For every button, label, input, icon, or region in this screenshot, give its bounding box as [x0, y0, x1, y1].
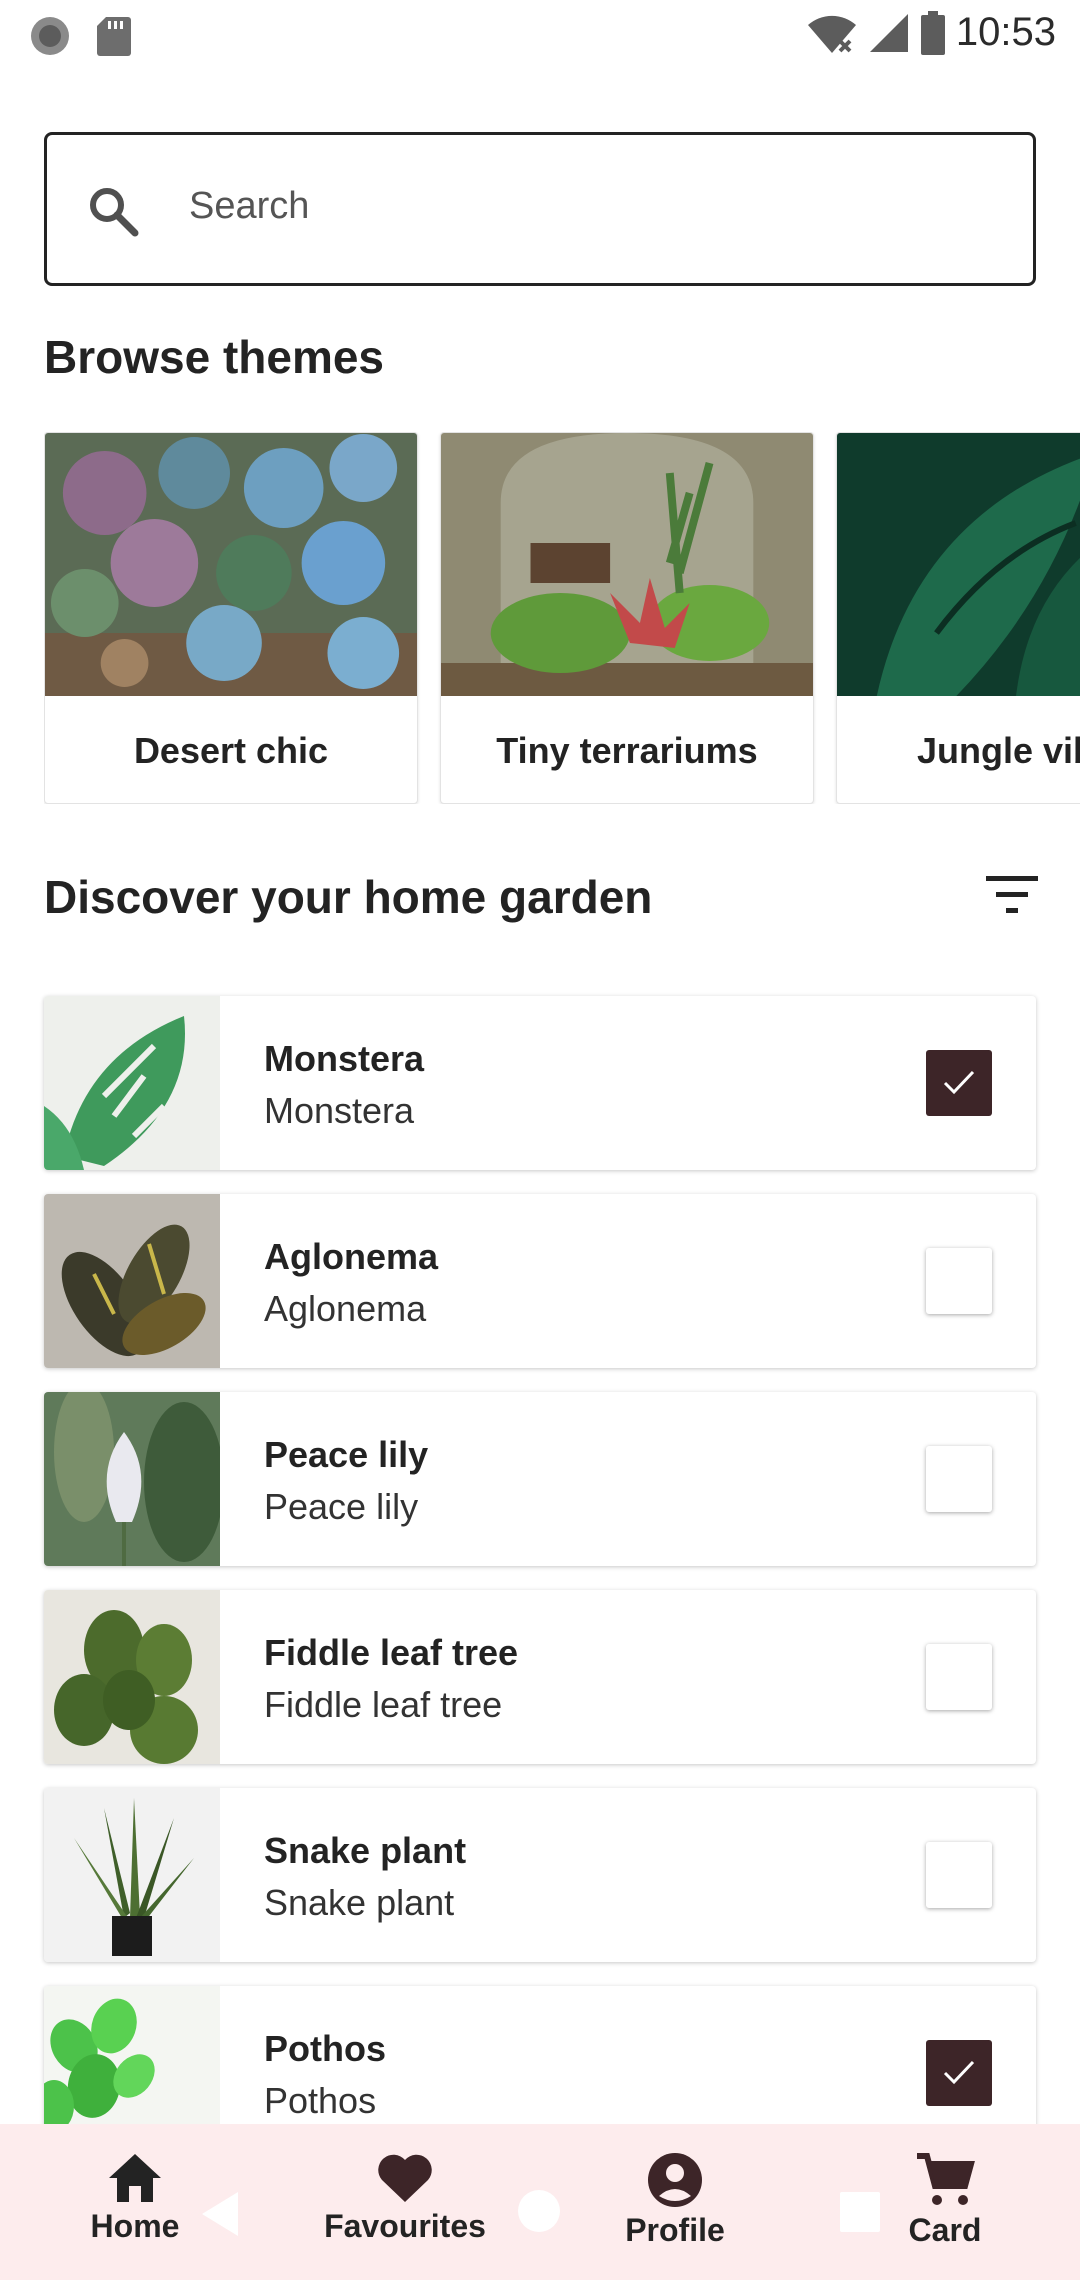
tiny-terrariums-image [441, 433, 813, 696]
theme-card-tiny-terrariums[interactable]: Tiny terrariums [440, 432, 814, 804]
heart-icon [378, 2154, 432, 2202]
plant-name: Pothos [264, 2028, 386, 2069]
status-bar: 10:53 [0, 0, 1080, 68]
system-recents-button[interactable] [840, 2192, 880, 2232]
battery-icon [920, 10, 945, 55]
themes-carousel[interactable]: Desert chic Tiny terrariums Jungle vib [44, 432, 1080, 804]
wifi-icon [807, 15, 856, 53]
discover-title: Discover your home garden [44, 871, 653, 923]
plant-name: Aglonema [264, 1236, 439, 1277]
checkmark-icon [943, 2060, 975, 2085]
list-item[interactable]: Peace lily Peace lily [44, 1392, 1036, 1566]
clock: 10:53 [955, 10, 1056, 54]
plant-name: Fiddle leaf tree [264, 1632, 519, 1673]
list-item[interactable]: Snake plant Snake plant [44, 1788, 1036, 1962]
record-icon [31, 17, 69, 55]
search-icon [90, 188, 139, 237]
monstera-image [44, 996, 220, 1170]
plant-checkbox-checked[interactable] [926, 2040, 992, 2106]
nav-label: Favourites [324, 2208, 486, 2244]
theme-card-jungle-vibes[interactable]: Jungle vib [836, 432, 1080, 804]
browse-themes-title: Browse themes [44, 331, 385, 383]
plant-name: Snake plant [264, 1830, 467, 1871]
fiddle-leaf-tree-image [44, 1590, 220, 1764]
system-home-button[interactable] [518, 2190, 560, 2232]
plant-checkbox[interactable] [926, 1248, 992, 1314]
nav-item-profile[interactable]: Profile [575, 2152, 775, 2262]
plant-subtitle: Aglonema [264, 1288, 427, 1329]
app-screen: 10:53 Search Browse themes Desert chic T… [0, 0, 1080, 2280]
desert-chic-image [45, 433, 417, 696]
system-back-icon[interactable] [198, 2190, 242, 2238]
theme-card-desert-chic[interactable]: Desert chic [44, 432, 418, 804]
list-item[interactable]: Fiddle leaf tree Fiddle leaf tree [44, 1590, 1036, 1764]
home-icon [109, 2154, 161, 2202]
plant-name: Peace lily [264, 1434, 429, 1475]
theme-label: Jungle vib [917, 729, 1080, 771]
filter-icon[interactable] [986, 872, 1038, 916]
theme-label: Tiny terrariums [496, 729, 758, 771]
nav-label: Profile [625, 2212, 725, 2248]
checkmark-icon [943, 1070, 975, 1095]
account-icon [648, 2153, 702, 2207]
search-placeholder: Search [189, 185, 310, 227]
plant-checkbox[interactable] [926, 1446, 992, 1512]
plant-checkbox[interactable] [926, 1644, 992, 1710]
snake-plant-image [44, 1788, 220, 1962]
aglonema-image [44, 1194, 220, 1368]
plant-subtitle: Monstera [264, 1090, 415, 1131]
theme-label: Desert chic [133, 729, 329, 771]
list-item[interactable]: Monstera Monstera [44, 996, 1036, 1170]
plant-name: Monstera [264, 1038, 425, 1079]
plant-subtitle: Pothos [264, 2080, 377, 2121]
signal-icon [869, 13, 908, 52]
peace-lily-image [44, 1392, 220, 1566]
plant-subtitle: Peace lily [264, 1486, 419, 1527]
plant-checkbox-checked[interactable] [926, 1050, 992, 1116]
sd-card-icon [97, 17, 131, 56]
plant-subtitle: Fiddle leaf tree [264, 1684, 503, 1725]
plant-checkbox[interactable] [926, 1842, 992, 1908]
list-item[interactable]: Aglonema Aglonema [44, 1194, 1036, 1368]
plant-subtitle: Snake plant [264, 1882, 455, 1923]
jungle-vibes-image [837, 433, 1080, 696]
nav-item-favourites[interactable]: Favourites [305, 2152, 505, 2262]
cart-icon [917, 2153, 975, 2205]
search-input[interactable]: Search [44, 132, 1036, 286]
